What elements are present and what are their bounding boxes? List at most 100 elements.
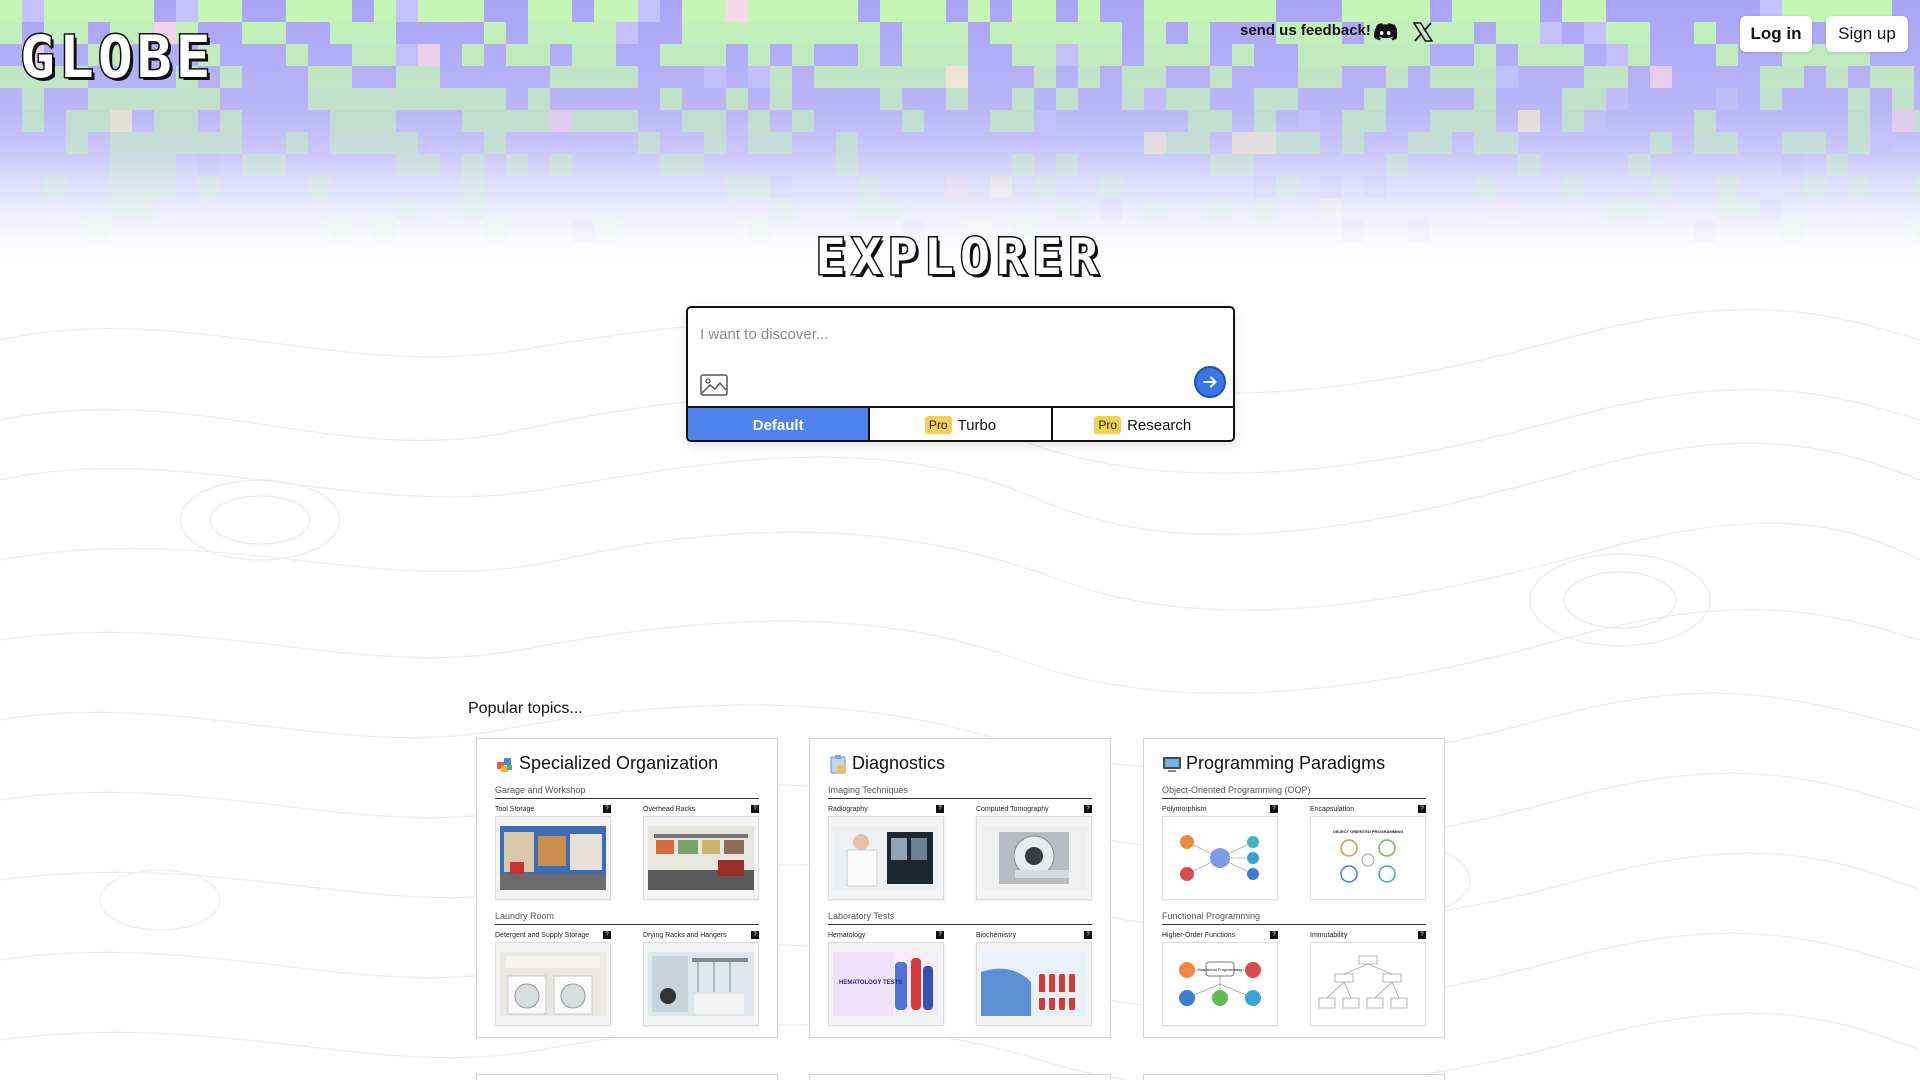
topic-thumb[interactable]: Detergent and Supply Storage? (495, 931, 611, 1026)
pixel-tile (1144, 22, 1166, 44)
section-label: Garage and Workshop (495, 785, 759, 799)
pixel-tile (1166, 0, 1188, 22)
topic-thumb[interactable]: Polymorphism? (1162, 805, 1278, 900)
pixel-tile (330, 88, 352, 110)
image-icon[interactable] (700, 374, 728, 396)
signup-button[interactable]: Sign up (1826, 16, 1908, 52)
pixel-tile (792, 0, 814, 22)
discord-icon[interactable] (1372, 20, 1398, 44)
pixel-tile (594, 44, 616, 66)
pixel-tile (1826, 66, 1848, 88)
topic-card-partial[interactable] (476, 1074, 778, 1080)
pixel-tile (682, 110, 704, 132)
pixel-tile (1188, 0, 1210, 22)
pixel-tile (814, 0, 836, 22)
topic-thumb[interactable]: Immutability? (1310, 931, 1426, 1026)
search-input[interactable] (700, 322, 1200, 346)
pixel-tile (748, 66, 770, 88)
x-logo-icon[interactable] (1410, 20, 1436, 44)
topic-card-diagnostics[interactable]: Diagnostics Imaging Techniques Radiograp… (809, 738, 1111, 1038)
topic-card-specialized-organization[interactable]: Specialized Organization Garage and Work… (476, 738, 778, 1038)
mode-research-tab[interactable]: Pro Research (1052, 408, 1233, 440)
pixel-tile (1034, 22, 1056, 44)
pixel-tile (1694, 22, 1716, 44)
topic-card-programming-paradigms[interactable]: Programming Paradigms Object-Oriented Pr… (1143, 738, 1445, 1038)
pixel-tile (0, 0, 22, 22)
pixel-tile (264, 22, 286, 44)
pro-badge: Pro (924, 416, 952, 434)
pixel-tile (286, 44, 308, 66)
pixel-tile (330, 0, 352, 22)
globe-logo[interactable]: GLOBE (19, 27, 215, 88)
feedback-link[interactable]: send us feedback! (1240, 22, 1371, 39)
pixel-tile (418, 0, 440, 22)
login-button[interactable]: Log in (1740, 16, 1812, 52)
pixel-tile (946, 88, 968, 110)
pixel-tile (902, 44, 924, 66)
drying-racks-image (648, 952, 754, 1016)
topic-thumb[interactable]: Hematology? HEMATOLOGY TESTS (828, 931, 944, 1026)
topic-thumb[interactable]: Tool Storage? (495, 805, 611, 900)
pixel-tile (1210, 0, 1232, 22)
pixel-tile (946, 44, 968, 66)
info-badge: ? (1270, 805, 1278, 813)
pixel-tile (132, 0, 154, 22)
pixel-tile (66, 110, 88, 132)
pixel-tile (88, 0, 110, 22)
pixel-tile (1562, 0, 1584, 22)
topic-thumb[interactable]: Radiography? (828, 805, 944, 900)
pixel-tile (1496, 22, 1518, 44)
info-badge: ? (751, 805, 759, 813)
pixel-tile (110, 0, 132, 22)
pixel-tile (1584, 66, 1606, 88)
pixel-tile (1562, 110, 1584, 132)
pixel-tile (1210, 110, 1232, 132)
pixel-tile (374, 88, 396, 110)
pixel-tile (660, 88, 682, 110)
info-badge: ? (936, 931, 944, 939)
mode-label: Research (1127, 416, 1192, 434)
pixel-tile (616, 0, 638, 22)
pixel-tile (770, 22, 792, 44)
topic-thumb[interactable]: Overhead Racks? (643, 805, 759, 900)
pixel-tile (1474, 110, 1496, 132)
submit-button[interactable] (1194, 366, 1226, 398)
card-title: Diagnostics (828, 753, 945, 774)
topic-thumb[interactable]: Biochemistry? (976, 931, 1092, 1026)
pixel-tile (330, 22, 352, 44)
topic-thumb[interactable]: Higher-Order Functions? Functional Progr… (1162, 931, 1278, 1026)
mode-turbo-tab[interactable]: Pro Turbo (870, 408, 1053, 440)
pixel-tile (1518, 44, 1540, 66)
mode-default-tab[interactable]: Default (688, 408, 871, 440)
pixel-tile (836, 22, 858, 44)
topic-thumb[interactable]: Encapsulation? OBJECT ORIENTED PROGRAMMI… (1310, 805, 1426, 900)
mode-selector: Default Pro Turbo Pro Research (688, 406, 1233, 440)
pixel-tile (1540, 44, 1562, 66)
pixel-tile (1298, 110, 1320, 132)
pixel-tile (660, 44, 682, 66)
topic-thumb[interactable]: Computed Tomography? (976, 805, 1092, 900)
radiography-image (833, 826, 939, 890)
pixel-tile (704, 0, 726, 22)
pixel-tile (374, 110, 396, 132)
pixel-tile (1144, 44, 1166, 66)
pixel-tile (550, 22, 572, 44)
pixel-tile (1342, 110, 1364, 132)
pixel-tile (1760, 88, 1782, 110)
pixel-tile (1606, 88, 1628, 110)
topic-thumb[interactable]: Drying Racks and Hangers? (643, 931, 759, 1026)
pixel-tile (440, 88, 462, 110)
pixel-tile (792, 44, 814, 66)
topic-card-partial[interactable] (1143, 1074, 1445, 1080)
pixel-tile (1012, 44, 1034, 66)
pixel-tile (1386, 0, 1408, 22)
pixel-tile (1496, 0, 1518, 22)
pixel-tile (1254, 88, 1276, 110)
section-label: Object-Oriented Programming (OOP) (1162, 785, 1426, 799)
pixel-tile (242, 22, 264, 44)
pixel-tile (748, 0, 770, 22)
pixel-tile (1628, 44, 1650, 66)
topic-card-partial[interactable] (809, 1074, 1111, 1080)
pixel-tile (1914, 110, 1920, 132)
pixel-tile (1518, 0, 1540, 22)
